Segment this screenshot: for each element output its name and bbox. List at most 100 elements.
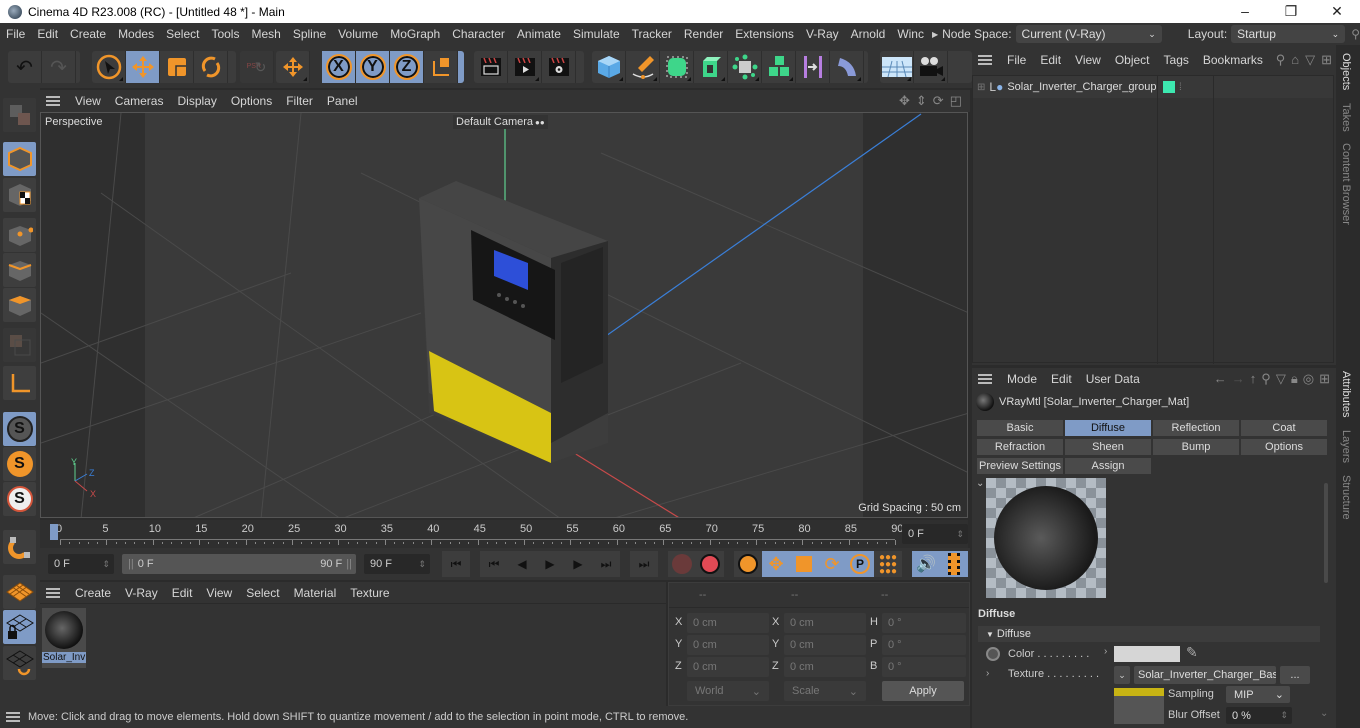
- make-editable-button[interactable]: [3, 98, 36, 132]
- size-z-field[interactable]: 0 cm: [784, 657, 866, 677]
- menu-window[interactable]: Winc: [891, 27, 930, 41]
- tab-assign[interactable]: Assign: [1064, 457, 1152, 475]
- blur-offset-field[interactable]: 0 % ⇕: [1226, 707, 1292, 724]
- mograph-cloner-button[interactable]: [762, 51, 796, 83]
- coordinate-space-select[interactable]: World ⌄: [687, 681, 769, 701]
- snap-button[interactable]: S: [3, 412, 36, 446]
- side-tab-takes[interactable]: Takes: [1340, 103, 1352, 132]
- tab-basic[interactable]: Basic: [976, 419, 1064, 437]
- material-menu-vray[interactable]: V-Ray: [118, 586, 165, 600]
- sound-button[interactable]: 🔊: [912, 551, 940, 577]
- menu-volume[interactable]: Volume: [332, 27, 384, 41]
- material-menu-create[interactable]: Create: [68, 586, 118, 600]
- polygon-mode-button[interactable]: [3, 288, 36, 322]
- frame-range-slider[interactable]: || 0 F 90 F ||: [122, 554, 356, 574]
- coordinate-system-button[interactable]: [424, 51, 458, 83]
- cube-button[interactable]: [592, 51, 626, 83]
- undo-button[interactable]: ↶: [8, 51, 42, 83]
- tab-bump[interactable]: Bump: [1152, 438, 1240, 456]
- menu-edit[interactable]: Edit: [31, 27, 64, 41]
- menu-spline[interactable]: Spline: [287, 27, 332, 41]
- side-tab-layers[interactable]: Layers: [1340, 430, 1352, 463]
- previous-frame-button[interactable]: ◀: [508, 551, 536, 577]
- hamburger-menu-icon[interactable]: [46, 587, 60, 598]
- visibility-dots-icon[interactable]: ⁞: [1179, 82, 1182, 93]
- field-button[interactable]: [830, 51, 864, 83]
- viewport-menu-options[interactable]: Options: [224, 94, 279, 108]
- next-key-button[interactable]: ⏭: [592, 551, 620, 577]
- hamburger-menu-icon[interactable]: [978, 374, 992, 384]
- viewport-menu-view[interactable]: View: [68, 94, 108, 108]
- viewport-orbit-icon[interactable]: ⟳: [933, 93, 944, 109]
- side-tab-content-browser[interactable]: Content Browser: [1340, 143, 1352, 225]
- playhead[interactable]: [50, 524, 58, 540]
- redo-button[interactable]: ↷: [42, 51, 76, 83]
- start-frame-field[interactable]: 0 F ⇕: [48, 554, 114, 574]
- rot-h-field[interactable]: 0 °: [882, 613, 966, 633]
- texture-browse-button[interactable]: ...: [1280, 666, 1310, 684]
- object-name[interactable]: Solar_Inverter_Charger_group: [1007, 81, 1156, 93]
- go-to-start-button[interactable]: ⏮: [442, 551, 470, 577]
- menu-file[interactable]: File: [0, 27, 31, 41]
- texture-dropdown-button[interactable]: ⌄: [1114, 666, 1130, 684]
- hamburger-menu-icon[interactable]: [978, 55, 992, 65]
- viewport-menu-filter[interactable]: Filter: [279, 94, 320, 108]
- psr-button[interactable]: PSR ↻: [240, 51, 274, 83]
- magnet-button[interactable]: [3, 530, 36, 564]
- y-axis-lock-button[interactable]: Y: [356, 51, 390, 83]
- pos-x-field[interactable]: 0 cm: [687, 613, 769, 633]
- key-parameter-button[interactable]: P: [846, 551, 874, 577]
- objects-menu-bookmarks[interactable]: Bookmarks: [1196, 53, 1270, 67]
- back-arrow-icon[interactable]: ←: [1214, 371, 1227, 387]
- menu-select[interactable]: Select: [160, 27, 205, 41]
- objects-menu-object[interactable]: Object: [1108, 53, 1157, 67]
- menu-overflow-arrow-icon[interactable]: ▶: [932, 30, 938, 39]
- cloner-button[interactable]: [728, 51, 762, 83]
- model-mode-button[interactable]: [3, 142, 36, 176]
- end-frame-field[interactable]: 90 F ⇕: [364, 554, 430, 574]
- eyedropper-icon[interactable]: ✎: [1186, 644, 1198, 661]
- maximize-button[interactable]: ❐: [1268, 3, 1314, 20]
- psr-reset-button[interactable]: PSR ↻: [240, 51, 274, 83]
- uv-mode-button[interactable]: [3, 328, 36, 362]
- collapse-preview-icon[interactable]: ⌄: [976, 478, 984, 489]
- search-icon[interactable]: ⚲: [1261, 371, 1271, 387]
- edge-mode-button[interactable]: [3, 253, 36, 287]
- material-menu-select[interactable]: Select: [239, 586, 286, 600]
- camera-label[interactable]: Default Camera ●●: [453, 115, 548, 129]
- minimize-button[interactable]: –: [1222, 3, 1268, 20]
- autokey-button[interactable]: [696, 551, 724, 577]
- color-swatch[interactable]: [1114, 646, 1180, 662]
- texture-file-field[interactable]: Solar_Inverter_Charger_Base: [1134, 666, 1276, 684]
- search-icon[interactable]: ⚲: [1276, 52, 1286, 68]
- size-x-field[interactable]: 0 cm: [784, 613, 866, 633]
- viewport-menu-panel[interactable]: Panel: [320, 94, 365, 108]
- objects-menu-edit[interactable]: Edit: [1033, 53, 1068, 67]
- rotate-tool-button[interactable]: [194, 51, 228, 83]
- previous-key-button[interactable]: ⏮: [480, 551, 508, 577]
- workplane-button[interactable]: [3, 575, 36, 609]
- snap-settings-button[interactable]: S: [3, 447, 36, 481]
- tab-preview-settings[interactable]: Preview Settings: [976, 457, 1064, 475]
- 3d-viewport[interactable]: Y Z X Perspective Default Camera ●● Grid…: [40, 112, 968, 518]
- scale-tool-button[interactable]: [160, 51, 194, 83]
- texture-expand-arrow-icon[interactable]: ›: [986, 668, 989, 679]
- menu-tracker[interactable]: Tracker: [626, 27, 678, 41]
- hamburger-menu-icon[interactable]: [6, 712, 20, 722]
- rot-p-field[interactable]: 0 °: [882, 635, 966, 655]
- new-view-icon[interactable]: ⊞: [1319, 371, 1330, 387]
- record-active-button[interactable]: [668, 551, 696, 577]
- key-rotation-button[interactable]: ⟳: [818, 551, 846, 577]
- go-to-end-button[interactable]: ⏭: [630, 551, 658, 577]
- target-icon[interactable]: ◎: [1303, 371, 1314, 387]
- object-row[interactable]: ⊞ L● Solar_Inverter_Charger_group ⁞: [973, 76, 1333, 98]
- sampling-select[interactable]: MIP ⌄: [1226, 686, 1290, 703]
- camera-button[interactable]: [914, 51, 948, 83]
- timeline-ruler[interactable]: 0 5 10 15 20 25 30 35 40 45 50 55 60 65 70 75 80 85 90 0 F…: [40, 520, 968, 548]
- z-axis-lock-button[interactable]: Z: [390, 51, 424, 83]
- next-frame-button[interactable]: ▶: [564, 551, 592, 577]
- material-menu-view[interactable]: View: [199, 586, 239, 600]
- objects-menu-view[interactable]: View: [1068, 53, 1108, 67]
- spinner-icon[interactable]: ⇕: [1280, 710, 1288, 721]
- home-icon[interactable]: ⌂: [1291, 52, 1299, 68]
